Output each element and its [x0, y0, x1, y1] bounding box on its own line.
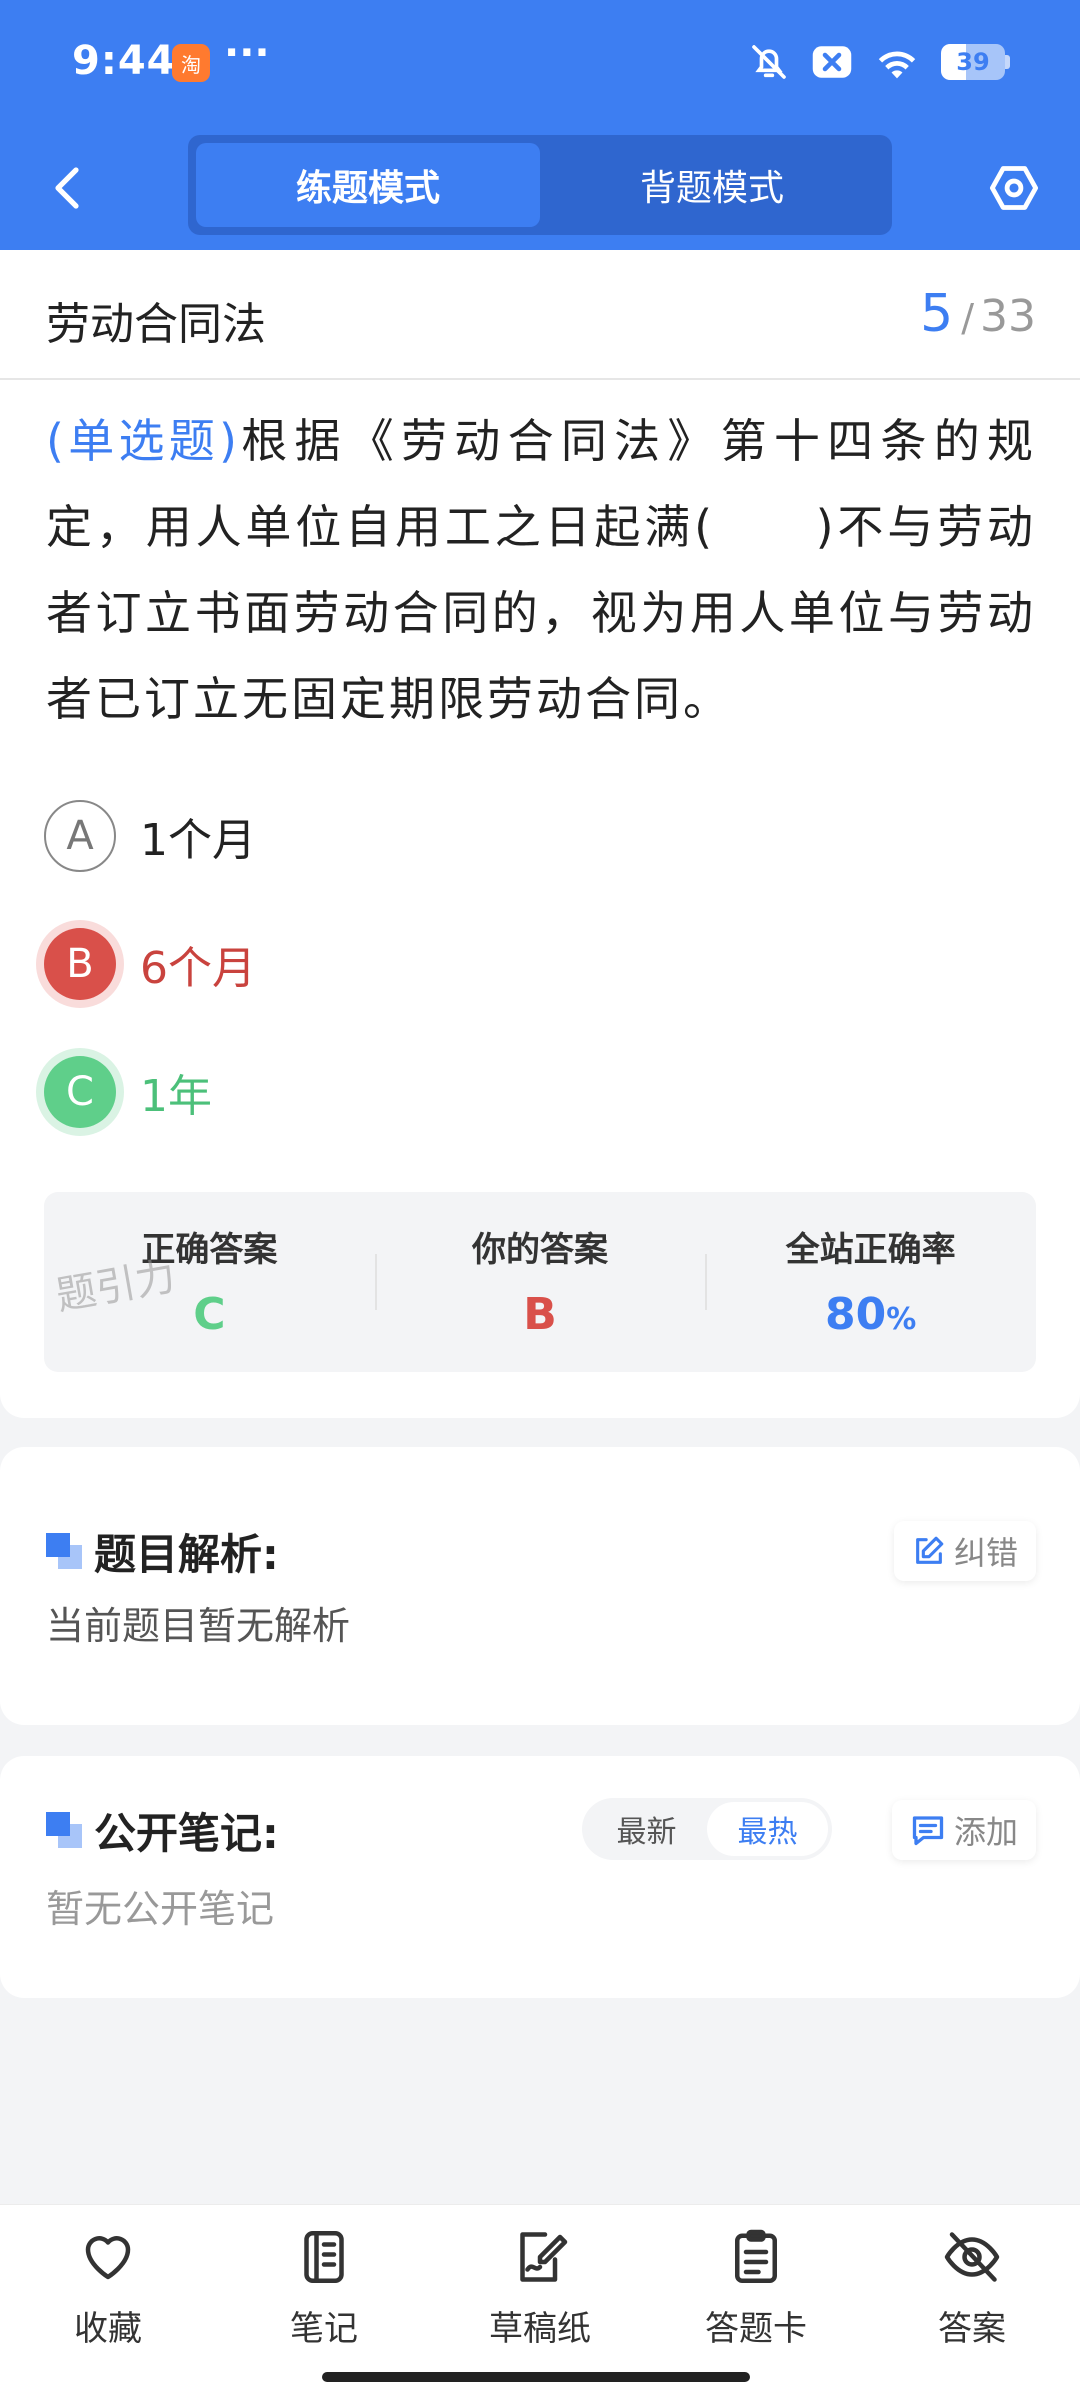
- status-icons: 39: [749, 40, 1010, 84]
- heart-icon: [85, 2236, 131, 2280]
- analysis-card: 题目解析: 纠错 当前题目暂无解析: [0, 1447, 1080, 1725]
- taobao-app-icon: 淘: [172, 44, 210, 82]
- add-note-label: 添加: [953, 1813, 1018, 1851]
- option-a-text: 1个月: [140, 815, 256, 866]
- report-error-label: 纠错: [953, 1534, 1018, 1572]
- progress-current: 5: [920, 284, 954, 344]
- progress-separator: /: [961, 296, 974, 340]
- notebook-icon: [304, 2231, 344, 2283]
- option-b-text: 6个月: [140, 943, 256, 994]
- draft-label: 草稿纸: [489, 2309, 591, 2349]
- option-b[interactable]: B 6个月: [44, 926, 256, 1002]
- bottom-toolbar: 收藏 笔记 草稿纸 答题卡 答案: [0, 2204, 1080, 2400]
- sort-latest-tab[interactable]: 最新: [586, 1802, 707, 1856]
- public-notes-card: 公开笔记: 最新 最热 添加 暂无公开笔记: [0, 1756, 1080, 1998]
- option-b-badge: B: [44, 928, 116, 1000]
- option-c[interactable]: C 1年: [44, 1054, 212, 1130]
- battery-level: 39: [956, 48, 990, 76]
- progress-total: 33: [980, 291, 1036, 342]
- accuracy-label: 全站正确率: [785, 1230, 956, 1270]
- battery-icon: 39: [941, 44, 1010, 80]
- accuracy-number: 80: [825, 1289, 887, 1340]
- draft-pen-icon: [520, 2232, 568, 2282]
- accuracy-col: 全站正确率 80%: [705, 1192, 1036, 1372]
- answer-tab[interactable]: 答案: [864, 2227, 1080, 2350]
- tab-memorize-mode[interactable]: 背题模式: [540, 143, 884, 227]
- notes-title: 公开笔记:: [94, 1809, 279, 1858]
- clipboard-icon: [735, 2229, 777, 2283]
- question-text: (单选题)根据《劳动合同法》第十四条的规定，用人单位自用工之日起满( )不与劳动…: [46, 398, 1036, 742]
- answer-label: 答案: [938, 2309, 1006, 2349]
- section-square-icon: [46, 1812, 82, 1848]
- option-a-badge: A: [44, 800, 116, 872]
- favorite-tab[interactable]: 收藏: [0, 2227, 216, 2350]
- analysis-title: 题目解析:: [94, 1530, 279, 1579]
- mode-switch: 练题模式 背题模式: [188, 135, 892, 235]
- chapter-title: 劳动合同法: [46, 299, 266, 350]
- question-type: (单选题): [46, 414, 237, 468]
- option-a[interactable]: A 1个月: [44, 798, 256, 874]
- accuracy-unit: %: [886, 1302, 917, 1337]
- answer-sheet-label: 答题卡: [705, 2309, 807, 2349]
- my-answer-col: 你的答案 B: [374, 1192, 706, 1372]
- status-bar: 9:44 淘 ··· 39: [0, 0, 1080, 125]
- sort-hottest-tab[interactable]: 最热: [707, 1802, 828, 1856]
- add-note-button[interactable]: 添加: [891, 1800, 1036, 1860]
- settings-icon[interactable]: [986, 160, 1042, 216]
- option-c-text: 1年: [140, 1071, 212, 1122]
- option-c-badge: C: [44, 1056, 116, 1128]
- back-icon[interactable]: [42, 163, 92, 213]
- close-badge-icon: [812, 46, 852, 78]
- edit-icon: [916, 1536, 944, 1564]
- section-square-icon: [46, 1533, 82, 1569]
- eye-off-icon: [944, 2232, 1000, 2282]
- my-answer-value: B: [523, 1289, 557, 1340]
- report-error-button[interactable]: 纠错: [893, 1521, 1036, 1581]
- analysis-empty-text: 当前题目暂无解析: [46, 1604, 351, 1648]
- notes-empty-text: 暂无公开笔记: [46, 1887, 275, 1931]
- answer-result-box: 正确答案 C 你的答案 B 全站正确率 80%: [44, 1192, 1036, 1372]
- answer-sheet-tab[interactable]: 答题卡: [648, 2227, 864, 2350]
- notes-tab[interactable]: 笔记: [216, 2227, 432, 2350]
- status-time: 9:44: [72, 38, 176, 84]
- wifi-icon: [878, 51, 916, 79]
- notes-label: 笔记: [290, 2309, 358, 2349]
- favorite-label: 收藏: [74, 2309, 142, 2349]
- bell-off-icon: [752, 45, 786, 79]
- notes-sort-switch: 最新 最热: [582, 1798, 832, 1860]
- draft-tab[interactable]: 草稿纸: [432, 2227, 648, 2350]
- status-more-indicator: ···: [224, 30, 270, 76]
- question-header: 劳动合同法 5 / 33: [0, 250, 1080, 380]
- tab-practice-mode[interactable]: 练题模式: [196, 143, 540, 227]
- comment-icon: [912, 1816, 944, 1846]
- accuracy-value: 80%: [705, 1289, 1036, 1340]
- my-answer-label: 你的答案: [472, 1230, 608, 1270]
- question-progress: 5 / 33: [920, 284, 1036, 344]
- nav-bar: 练题模式 背题模式: [0, 125, 1080, 250]
- home-indicator[interactable]: [322, 2372, 750, 2382]
